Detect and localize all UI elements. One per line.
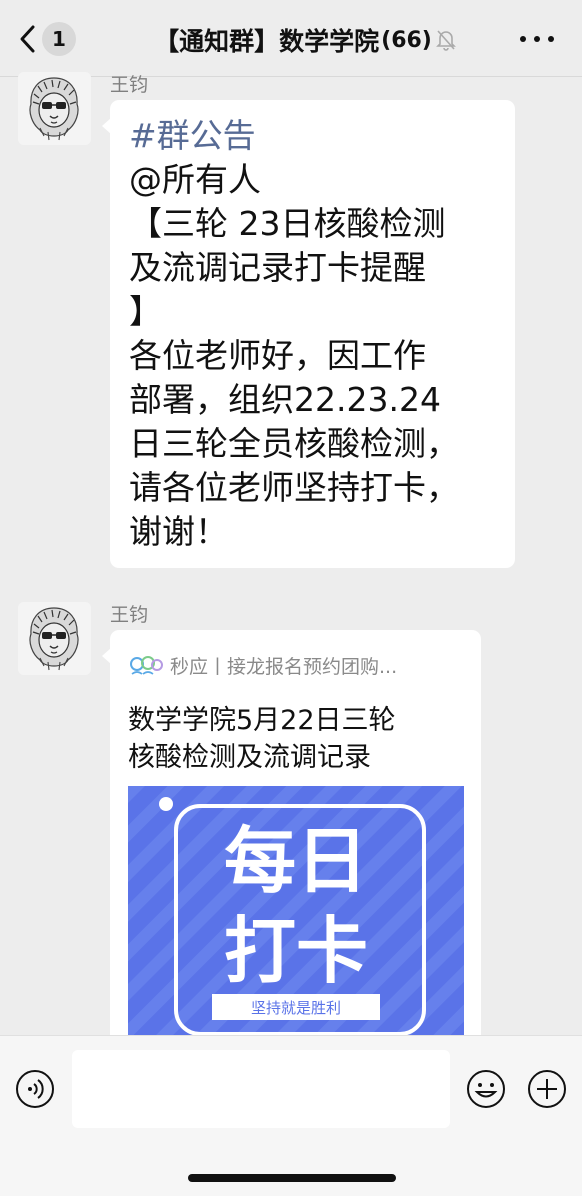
announcement-tag[interactable]: #群公告	[129, 114, 497, 158]
card-title-line: 数学学院5月22日三轮	[128, 705, 396, 736]
announcement-line: 日三轮全员核酸检测，	[129, 424, 459, 463]
voice-icon	[16, 1070, 54, 1108]
lion-avatar-icon	[18, 72, 91, 145]
message-item: 王钧 秒应丨接龙报名预约团购... 数学学院5月22日三轮 核酸检测及流调记录	[0, 600, 582, 1050]
announcement-line: 及流调记录打卡提醒	[129, 248, 426, 287]
announcement-line: 【三轮 23日核酸检测	[129, 204, 446, 243]
ellipsis-icon	[534, 36, 540, 42]
emoji-button[interactable]	[466, 1069, 506, 1109]
ellipsis-icon	[548, 36, 554, 42]
lion-avatar-icon	[18, 602, 91, 675]
home-indicator[interactable]	[188, 1174, 396, 1182]
announcement-line: 谢谢！	[129, 512, 228, 551]
card-cover-image: 每日 打卡 坚持就是胜利	[128, 786, 464, 1036]
ellipsis-icon	[520, 36, 526, 42]
message-item: 王钧 #群公告 @所有人 【三轮 23日核酸检测 及流调记录打卡提醒 】 各位老…	[0, 70, 582, 590]
card-source-label: 秒应丨接龙报名预约团购...	[170, 656, 398, 678]
chat-title[interactable]: 【通知群】数学学院 (66)	[120, 20, 490, 60]
group-name: 【通知群】数学学院	[154, 27, 380, 56]
daily-checkin-graphic: 每日 打卡 坚持就是胜利	[128, 786, 464, 1036]
chat-header: 1 【通知群】数学学院 (66)	[0, 0, 582, 77]
checkin-text-line1: 每日	[224, 819, 368, 903]
input-bar	[0, 1035, 582, 1196]
sender-name: 王钧	[110, 74, 149, 96]
back-button[interactable]: 1	[18, 22, 88, 56]
announcement-text: #群公告 @所有人 【三轮 23日核酸检测 及流调记录打卡提醒 】 各位老师好，…	[110, 100, 515, 568]
avatar[interactable]	[18, 72, 91, 145]
emoji-icon	[467, 1070, 505, 1108]
announcement-bubble[interactable]: #群公告 @所有人 【三轮 23日核酸检测 及流调记录打卡提醒 】 各位老师好，…	[102, 100, 515, 568]
card-title-line: 核酸检测及流调记录	[128, 742, 371, 773]
announcement-line: @所有人	[129, 160, 261, 199]
message-input[interactable]	[72, 1050, 450, 1128]
miniapp-logo-icon	[130, 655, 163, 675]
sender-name: 王钧	[110, 604, 149, 626]
more-functions-button[interactable]	[527, 1069, 567, 1109]
announcement-line: 部署，组织22.23.24	[129, 380, 441, 419]
announcement-line: 各位老师好，因工作	[129, 336, 426, 375]
card-source: 秒应丨接龙报名预约团购...	[128, 652, 397, 679]
more-button[interactable]	[520, 24, 554, 54]
plus-icon	[528, 1070, 566, 1108]
checkin-banner: 坚持就是胜利	[251, 999, 341, 1017]
avatar[interactable]	[18, 602, 91, 675]
mini-program-card[interactable]: 秒应丨接龙报名预约团购... 数学学院5月22日三轮 核酸检测及流调记录 每日 …	[102, 630, 481, 1050]
member-count: (66)	[381, 27, 432, 53]
voice-button[interactable]	[15, 1069, 55, 1109]
unread-badge: 1	[42, 22, 76, 56]
chevron-left-icon	[20, 25, 35, 53]
announcement-line: 请各位老师坚持打卡，	[129, 468, 459, 507]
announcement-line: 】	[129, 292, 162, 331]
bell-mute-icon	[435, 30, 456, 51]
checkin-text-line2: 打卡	[224, 909, 368, 993]
card-title: 数学学院5月22日三轮 核酸检测及流调记录	[128, 702, 458, 776]
